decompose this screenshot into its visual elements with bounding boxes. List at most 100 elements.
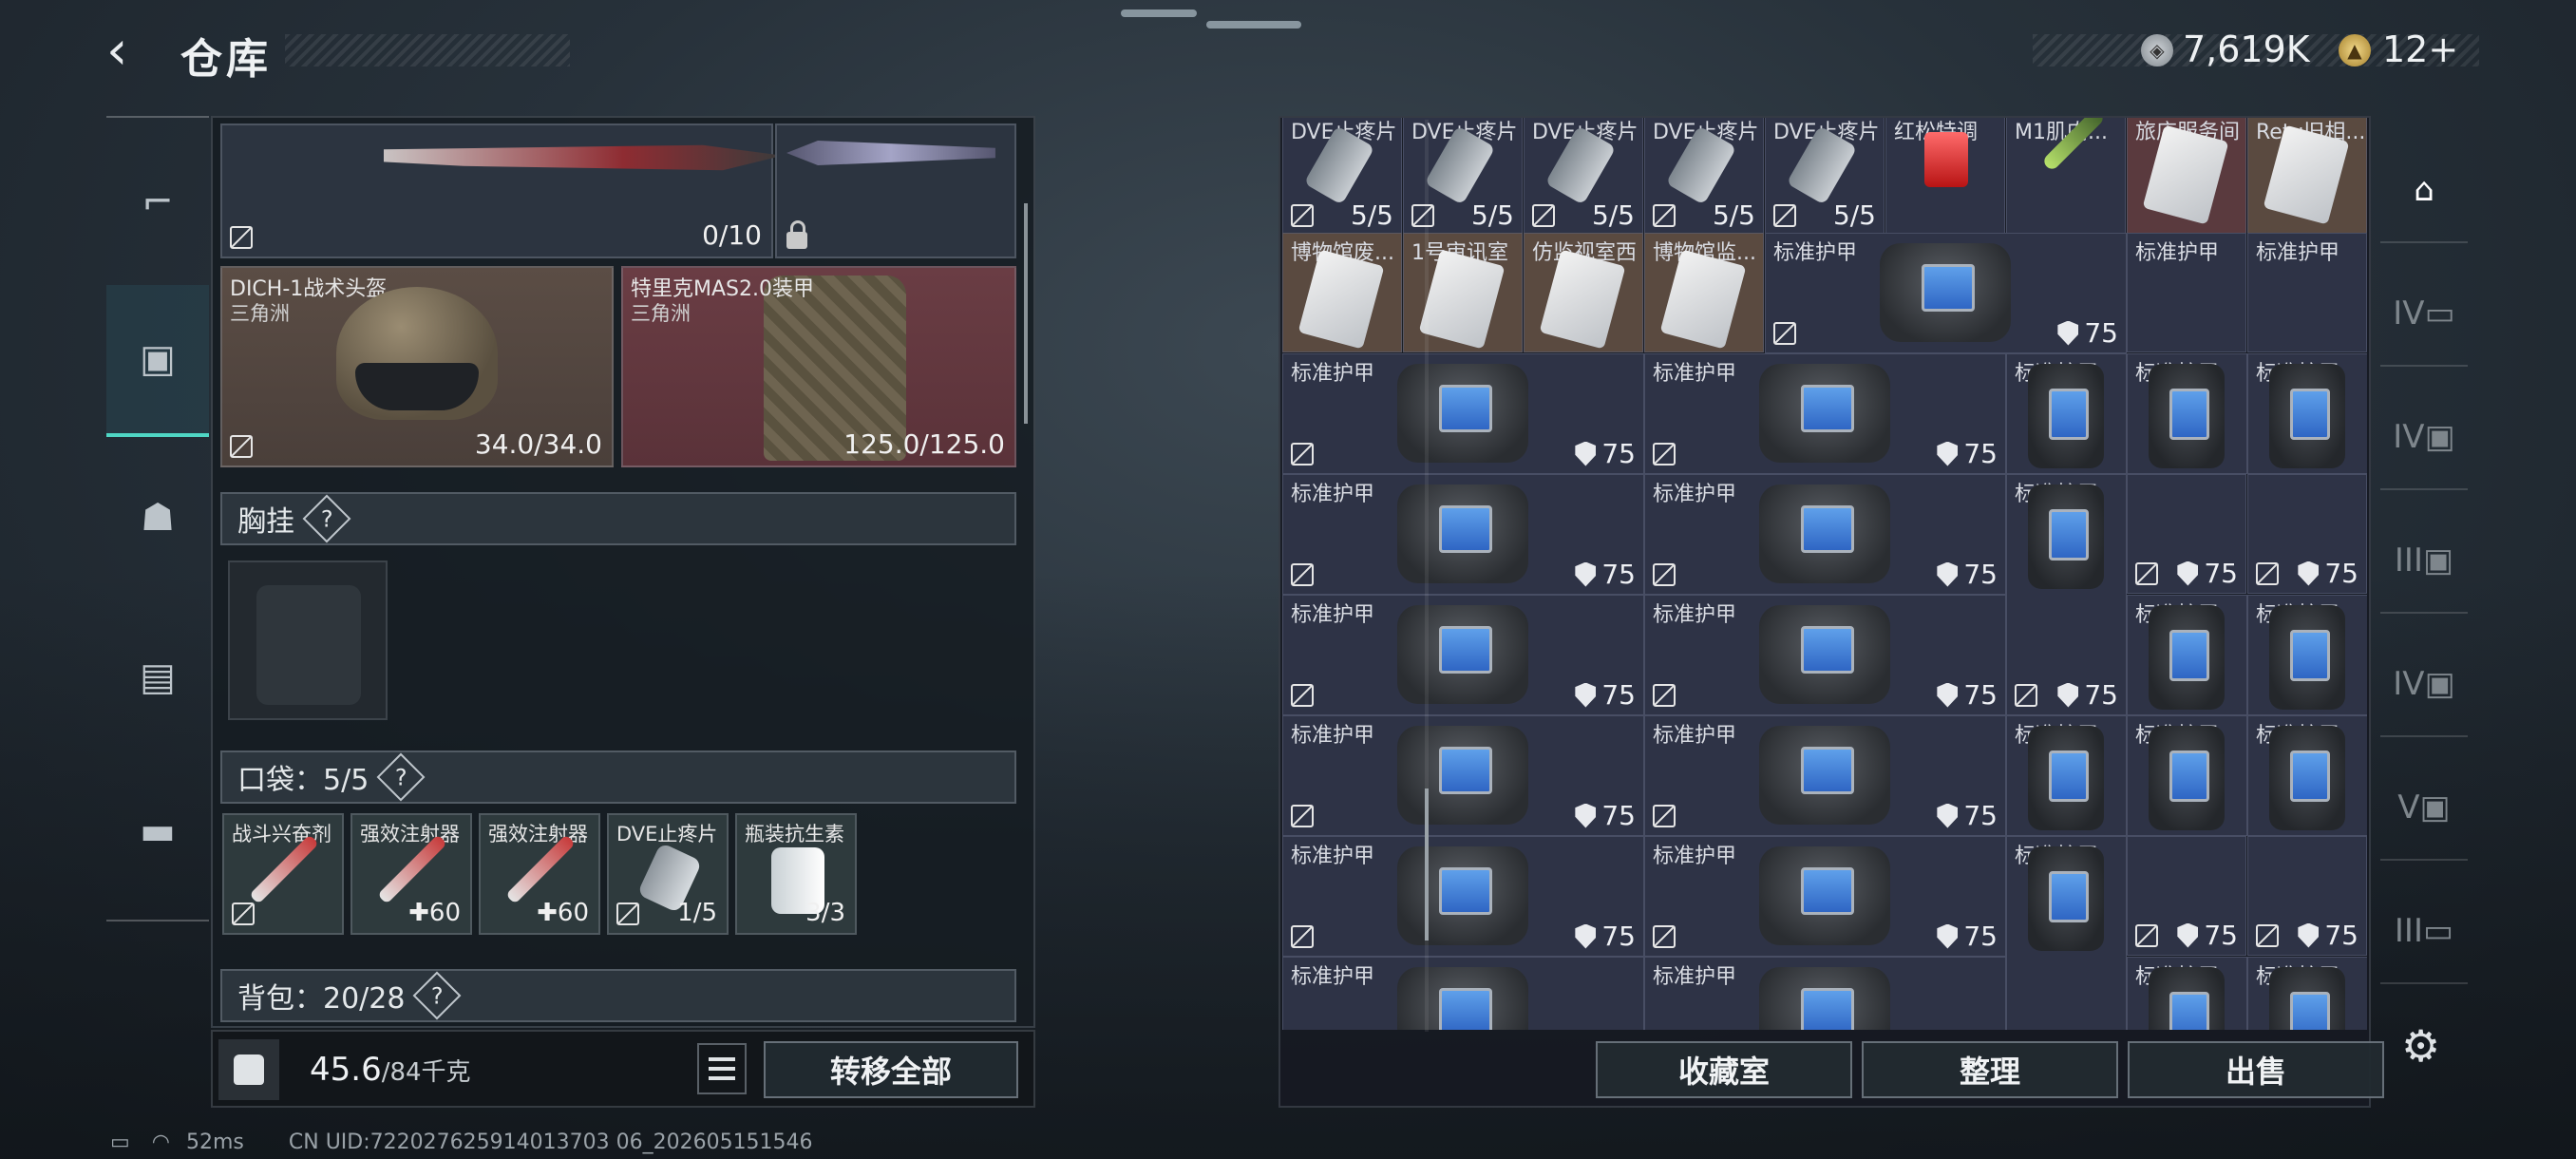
no-insurance-icon bbox=[1773, 322, 1796, 345]
armor-plate-item[interactable]: 标准护甲 bbox=[2127, 353, 2247, 474]
no-insurance-icon bbox=[2135, 562, 2158, 585]
armor-bag-item[interactable]: 标准护甲75 bbox=[1644, 957, 2006, 1030]
tier4-case-icon[interactable]: IV▣ bbox=[2380, 386, 2468, 490]
tier3-box-icon[interactable]: III▭ bbox=[2380, 880, 2468, 984]
keycard-item[interactable]: 1号审讯室 bbox=[1403, 233, 1523, 352]
armor-item[interactable]: 75 bbox=[2127, 474, 2246, 594]
backpack-icon[interactable]: ☗ bbox=[106, 475, 209, 560]
storage-item[interactable]: Retu旧相... bbox=[2247, 118, 2367, 236]
armor-bag-item[interactable]: 标准护甲75 bbox=[1282, 474, 1644, 595]
chest-rig-empty-slot[interactable] bbox=[228, 560, 388, 720]
shield-icon bbox=[1937, 561, 1959, 587]
armor-plate-item[interactable]: 标准护甲 bbox=[2127, 715, 2247, 836]
help-icon[interactable]: ? bbox=[376, 752, 426, 802]
no-insurance-icon bbox=[1411, 204, 1434, 227]
pocket-item[interactable]: 强效注射器 ✚60 bbox=[350, 813, 472, 935]
armor-bag-item[interactable]: 标准护甲75 bbox=[1282, 957, 1644, 1030]
armor-plate-image bbox=[2028, 726, 2104, 830]
weapon-icon[interactable]: ⌐ bbox=[106, 160, 209, 245]
tier4-storage-icon[interactable]: IV▭ bbox=[2380, 262, 2468, 367]
pocket-item[interactable]: 瓶装抗生素 3/3 bbox=[735, 813, 857, 935]
equipment-scrollbar[interactable] bbox=[1024, 203, 1028, 424]
collection-room-button[interactable]: 收藏室 bbox=[1596, 1041, 1852, 1098]
keycard-item[interactable]: 博物馆废... bbox=[1282, 233, 1402, 352]
tier4-safe-icon[interactable]: IV▣ bbox=[2380, 633, 2468, 737]
armor-plate-item[interactable]: 标准护甲 bbox=[2127, 595, 2247, 715]
no-insurance-icon bbox=[1291, 563, 1314, 586]
armor-bag-item[interactable]: 标准护甲75 bbox=[1644, 595, 2006, 715]
weight-max: /84千克 bbox=[381, 1058, 471, 1087]
armor-bag-item[interactable]: 标准护甲75 bbox=[1282, 836, 1644, 957]
armor-plate-item[interactable]: 标准护甲 bbox=[2006, 715, 2127, 836]
settings-gear-icon[interactable]: ⚙ bbox=[2401, 1020, 2449, 1072]
melee-slot[interactable] bbox=[775, 124, 1016, 258]
case-icon[interactable]: ▬ bbox=[106, 788, 209, 874]
sell-button[interactable]: 出售 bbox=[2128, 1041, 2384, 1098]
armor-bag-item[interactable]: 标准护甲75 bbox=[1644, 715, 2006, 836]
help-icon[interactable]: ? bbox=[302, 494, 351, 543]
armor-durability: 75 bbox=[2177, 558, 2238, 589]
armor-bag-item[interactable]: 标准护甲75 bbox=[1644, 474, 2006, 595]
tier5-safe-icon[interactable]: V▣ bbox=[2380, 756, 2468, 861]
armor-bag-item[interactable]: 标准护甲75 bbox=[1282, 595, 1644, 715]
armor-plate-item[interactable]: 标准护甲 bbox=[2247, 353, 2367, 474]
armor-plate-item[interactable]: 标准护甲75 bbox=[2006, 474, 2127, 715]
rifle-image bbox=[384, 144, 783, 171]
armor-plate-image bbox=[2269, 726, 2345, 830]
backpack-gear-icon[interactable]: ▣ bbox=[106, 285, 209, 437]
armor-plate-item[interactable]: 标准护甲 bbox=[2006, 353, 2127, 474]
armor-item[interactable]: 75 bbox=[2247, 474, 2367, 594]
shield-icon bbox=[2298, 922, 2320, 948]
no-insurance-icon bbox=[1653, 204, 1676, 227]
storage-item[interactable]: DVE止疼片5/5 bbox=[1282, 118, 1402, 236]
storage-item[interactable]: DVE止疼片5/5 bbox=[1765, 118, 1885, 236]
pocket-item[interactable]: 战斗兴奋剂 bbox=[222, 813, 344, 935]
armor-plate-item[interactable]: 标准护甲 bbox=[2247, 957, 2367, 1030]
item-name: 标准护甲 bbox=[1291, 965, 1375, 989]
armor-bag-item[interactable]: 标准护甲75 bbox=[1644, 353, 2006, 474]
armor-slot[interactable]: 特里克MAS2.0装甲 三角洲 125.0/125.0 bbox=[621, 266, 1016, 467]
durability-value: 75 bbox=[2324, 920, 2358, 951]
storage-item[interactable]: DVE止疼片5/5 bbox=[1644, 118, 1764, 236]
armor-bag-item[interactable]: 标准护甲75 bbox=[1644, 836, 2006, 957]
armor-plate-image bbox=[2269, 967, 2345, 1030]
durability-value: 75 bbox=[2324, 558, 2358, 589]
armor-bag-item[interactable]: 标准护甲75 bbox=[1765, 233, 2127, 353]
back-arrow-icon[interactable]: ‹ bbox=[106, 25, 160, 78]
storage-item[interactable]: 旅店服务间 bbox=[2127, 118, 2246, 236]
tier3-case-icon[interactable]: III▣ bbox=[2380, 509, 2468, 614]
storage-item[interactable]: DVE止疼片5/5 bbox=[1403, 118, 1523, 236]
armor-item[interactable]: 标准护甲 bbox=[2247, 233, 2367, 352]
armor-item[interactable]: 75 bbox=[2127, 836, 2246, 956]
storage-item[interactable]: M1肌肉... bbox=[2006, 118, 2126, 236]
currency-balance: 7,619K bbox=[2183, 28, 2310, 70]
armor-item[interactable]: 标准护甲 bbox=[2127, 233, 2246, 352]
pocket-item[interactable]: DVE止疼片 1/5 bbox=[607, 813, 729, 935]
sort-button[interactable]: 整理 bbox=[1862, 1041, 2118, 1098]
storage-home-icon[interactable]: ⌂ bbox=[2380, 139, 2468, 243]
armor-bag-item[interactable]: 标准护甲75 bbox=[1282, 715, 1644, 836]
item-name: 标准护甲 bbox=[1773, 241, 1858, 265]
weapon-slot[interactable]: 0/10 bbox=[220, 124, 783, 258]
armor-plate-item[interactable]: 标准护甲 bbox=[2247, 715, 2367, 836]
transfer-all-button[interactable]: 转移全部 bbox=[764, 1041, 1018, 1098]
storage-scroll-thumb[interactable] bbox=[1425, 788, 1429, 940]
helmet-slot[interactable]: DICH-1战术头盔 三角洲 34.0/34.0 bbox=[220, 266, 614, 467]
no-insurance-icon bbox=[1532, 204, 1555, 227]
keycard-item[interactable]: 博物馆监... bbox=[1644, 233, 1764, 352]
chest-rig-icon[interactable]: ▤ bbox=[106, 635, 209, 720]
keycard-item[interactable]: 仿监视室西 bbox=[1524, 233, 1643, 352]
storage-item[interactable]: 红松特调 bbox=[1885, 118, 2005, 236]
armor-item[interactable]: 75 bbox=[2247, 836, 2367, 956]
item-name: 标准护甲 bbox=[1653, 362, 1737, 386]
premium-currency[interactable]: 12+ bbox=[2382, 28, 2458, 70]
list-view-button[interactable] bbox=[697, 1043, 747, 1094]
armor-bag-item[interactable]: 标准护甲75 bbox=[1282, 353, 1644, 474]
armor-plate-item[interactable]: 标准护甲 bbox=[2247, 595, 2367, 715]
armor-plate-item[interactable]: 标准护甲 bbox=[2127, 957, 2247, 1030]
storage-item[interactable]: DVE止疼片5/5 bbox=[1524, 118, 1643, 236]
pocket-item[interactable]: 强效注射器 ✚60 bbox=[479, 813, 600, 935]
armor-plate-item[interactable]: 标准护甲75 bbox=[2006, 836, 2127, 1030]
durability-value: 75 bbox=[1601, 559, 1636, 590]
help-icon[interactable]: ? bbox=[413, 971, 462, 1020]
